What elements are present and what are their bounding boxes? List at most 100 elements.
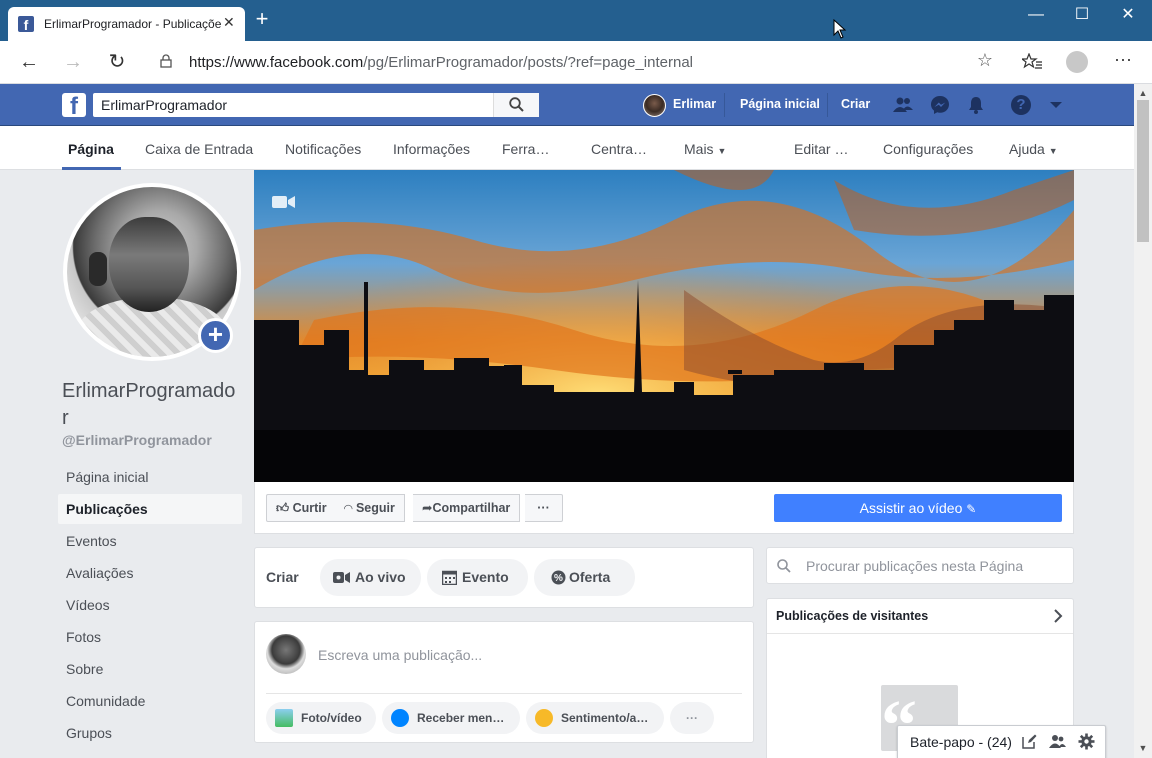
header-divider xyxy=(827,93,828,117)
user-avatar[interactable] xyxy=(643,94,666,117)
left-nav-videos[interactable]: Vídeos xyxy=(58,590,242,620)
search-button[interactable] xyxy=(493,93,539,117)
browser-menu-icon[interactable]: ··· xyxy=(1114,49,1132,70)
left-nav-photos[interactable]: Fotos xyxy=(58,622,242,652)
thumbs-up-icon: 👍︎ xyxy=(276,501,290,515)
friend-requests-icon[interactable] xyxy=(893,95,913,115)
messenger-icon xyxy=(391,709,409,727)
address-bar[interactable]: https://www.facebook.com/pg/ErlimarProgr… xyxy=(146,46,1003,78)
smiley-icon xyxy=(535,709,553,727)
left-nav-groups[interactable]: Grupos xyxy=(58,718,242,748)
user-name-link[interactable]: Erlimar xyxy=(673,97,716,111)
share-page-button[interactable]: ➦Compartilhar xyxy=(413,494,521,522)
left-nav-reviews[interactable]: Avaliações xyxy=(58,558,242,588)
follow-page-button[interactable]: ◠ Seguir xyxy=(335,494,405,522)
refresh-icon[interactable]: ↻ xyxy=(104,50,130,76)
home-link[interactable]: Página inicial xyxy=(740,97,820,111)
tab-help[interactable]: Ajuda ▼ xyxy=(1009,141,1058,157)
tab-settings[interactable]: Configurações xyxy=(883,141,973,157)
header-divider xyxy=(724,93,725,117)
more-options-button[interactable]: ··· xyxy=(525,494,563,522)
video-camera-icon xyxy=(272,196,295,208)
browser-profile-icon[interactable] xyxy=(1066,51,1088,73)
account-dropdown-icon[interactable] xyxy=(1049,100,1063,110)
lock-icon xyxy=(160,54,172,68)
caret-down-icon: ▼ xyxy=(1048,146,1058,156)
divider xyxy=(767,633,1073,634)
create-label: Criar xyxy=(266,569,299,585)
left-nav-events[interactable]: Eventos xyxy=(58,526,242,556)
left-nav-community[interactable]: Comunidade xyxy=(58,686,242,716)
tab-inbox[interactable]: Caixa de Entrada xyxy=(145,141,253,157)
new-tab-button[interactable]: + xyxy=(252,8,272,30)
facebook-search-input[interactable] xyxy=(101,96,491,114)
minimize-icon[interactable]: — xyxy=(1013,0,1059,32)
create-link[interactable]: Criar xyxy=(841,97,870,111)
favorites-list-icon[interactable] xyxy=(1022,53,1042,71)
forward-arrow-icon[interactable]: → xyxy=(60,50,86,76)
more-post-options-button[interactable]: ··· xyxy=(670,702,714,734)
rss-icon: ◠ xyxy=(344,503,353,515)
photo-video-button[interactable]: Foto/vídeo xyxy=(266,702,376,734)
cover-video[interactable] xyxy=(254,170,1074,482)
tab-tools[interactable]: Ferra… xyxy=(502,141,549,157)
profile-photo-face xyxy=(109,217,189,312)
facebook-favicon-icon: f xyxy=(18,16,34,33)
pencil-icon: ✎ xyxy=(966,502,977,516)
page-handle[interactable]: @ErlimarProgramador xyxy=(62,432,212,448)
left-nav-about[interactable]: Sobre xyxy=(58,654,242,684)
left-nav-posts[interactable]: Publicações xyxy=(58,494,242,524)
left-nav-home[interactable]: Página inicial xyxy=(58,462,242,492)
tab-edit[interactable]: Editar … xyxy=(794,141,848,157)
caret-down-icon: ▼ xyxy=(717,146,727,156)
tab-close-icon[interactable]: ✕ xyxy=(223,14,235,31)
write-post-input[interactable]: Escreva uma publicação... xyxy=(318,647,482,663)
chat-label[interactable]: Bate-papo - (24) xyxy=(910,734,1012,750)
tab-more[interactable]: Mais ▼ xyxy=(684,141,726,157)
scroll-down-arrow-icon[interactable]: ▼ xyxy=(1138,743,1148,753)
svg-text:%: % xyxy=(554,573,563,584)
active-tab-underline xyxy=(62,167,121,170)
like-page-button[interactable]: 👍︎ Curtir xyxy=(266,494,337,522)
facebook-search-box[interactable] xyxy=(93,93,539,117)
tab-title: ErlimarProgramador - Publicaçõe xyxy=(44,17,222,31)
url-text[interactable]: https://www.facebook.com/pg/ErlimarProgr… xyxy=(189,54,693,71)
search-icon xyxy=(777,559,791,573)
event-button[interactable]: Evento xyxy=(427,559,528,596)
favorite-star-icon[interactable]: ☆ xyxy=(977,50,993,71)
messenger-icon[interactable] xyxy=(930,95,950,115)
profile-photo-headphone xyxy=(89,252,107,286)
notifications-bell-icon[interactable] xyxy=(966,95,986,115)
offer-button[interactable]: % Oferta xyxy=(534,559,635,596)
chevron-right-icon[interactable] xyxy=(1053,609,1063,623)
live-video-button[interactable]: Ao vivo xyxy=(320,559,421,596)
tab-page[interactable]: Página xyxy=(68,141,114,157)
back-arrow-icon[interactable]: ← xyxy=(16,50,42,76)
new-group-icon[interactable] xyxy=(1049,734,1066,749)
maximize-icon[interactable]: ☐ xyxy=(1059,0,1105,32)
calendar-icon xyxy=(442,570,457,585)
search-page-posts[interactable]: Procurar publicações nesta Página xyxy=(766,547,1074,584)
live-camera-icon xyxy=(333,572,350,583)
page-name[interactable]: ErlimarProgramador xyxy=(62,378,242,432)
get-messages-button[interactable]: Receber men… xyxy=(382,702,520,734)
tab-notifications[interactable]: Notificações xyxy=(285,141,361,157)
facebook-logo-icon[interactable]: f xyxy=(62,93,86,117)
visitor-posts-title[interactable]: Publicações de visitantes xyxy=(776,609,928,623)
scrollbar-thumb[interactable] xyxy=(1137,100,1149,242)
feeling-activity-button[interactable]: Sentimento/a… xyxy=(526,702,664,734)
photo-icon xyxy=(275,709,293,727)
compose-message-icon[interactable] xyxy=(1022,734,1037,749)
watch-video-button[interactable]: Assistir ao vídeo ✎ xyxy=(774,494,1062,522)
search-icon xyxy=(509,97,524,112)
browser-toolbar: ← → ↻ https://www.facebook.com/pg/Erlima… xyxy=(0,41,1152,84)
close-window-icon[interactable]: ✕ xyxy=(1105,0,1151,32)
browser-tab[interactable]: f ErlimarProgramador - Publicaçõe ✕ xyxy=(8,7,245,41)
help-question-icon[interactable]: ? xyxy=(1011,95,1031,115)
scroll-up-arrow-icon[interactable]: ▲ xyxy=(1138,88,1148,98)
tab-insights[interactable]: Informações xyxy=(393,141,470,157)
author-avatar xyxy=(266,634,306,674)
chat-settings-gear-icon[interactable] xyxy=(1078,733,1095,750)
add-photo-plus-icon[interactable]: + xyxy=(198,318,233,353)
tab-center[interactable]: Centra… xyxy=(591,141,647,157)
